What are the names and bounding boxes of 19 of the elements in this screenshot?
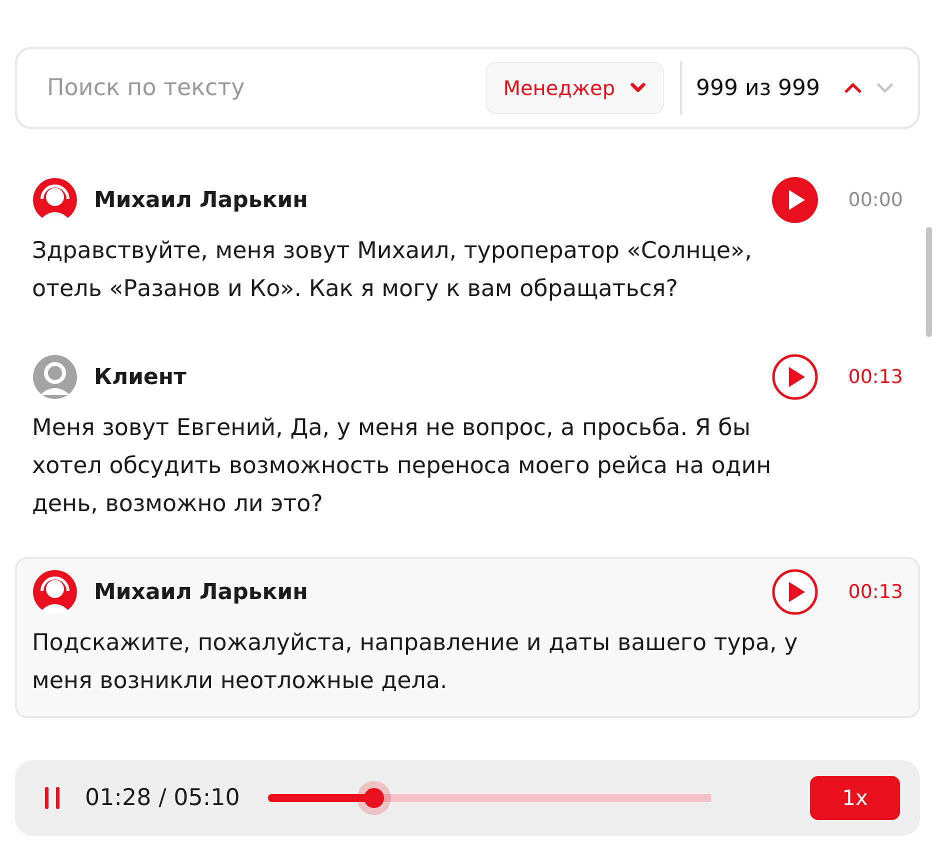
play-icon[interactable] (771, 176, 819, 224)
play-icon[interactable] (771, 568, 819, 616)
message-text: Здравствуйте, меня зовут Михаил, туроператор «Солнце», отель «Разанов и Ко». Как я могу к вам обращаться? (32, 237, 753, 304)
timestamp: 00:13 (847, 581, 903, 603)
speaker-filter-dropdown[interactable]: Менеджер (486, 62, 664, 114)
speaker-name: Михаил Ларькин (94, 188, 309, 212)
speaker-name: Клиент (94, 364, 188, 390)
scrollbar[interactable] (926, 227, 932, 337)
speed-button[interactable]: 1x (810, 776, 900, 820)
speaker-name: Михаил Ларькин (94, 580, 309, 604)
message-text: Подскажите, пожалуйста, направление и даты вашего тура, у меня возникли неотложные дела. (32, 629, 799, 696)
timestamp: 00:13 (847, 366, 903, 388)
timestamp: 00:00 (847, 189, 903, 211)
match-counter: 999 из 999 (696, 76, 820, 100)
slider-handle[interactable] (364, 788, 384, 808)
search-field[interactable]: Поиск по тексту (45, 74, 486, 102)
message-text: Меня зовут Евгений, Да, у меня не вопрос, а просьба. Я бы хотел обсудить возможность переноса моего рейса на один день, возможно ли это? (32, 414, 772, 519)
play-icon[interactable] (771, 353, 819, 401)
playback-time: 01:28 / 05:10 (85, 785, 240, 811)
